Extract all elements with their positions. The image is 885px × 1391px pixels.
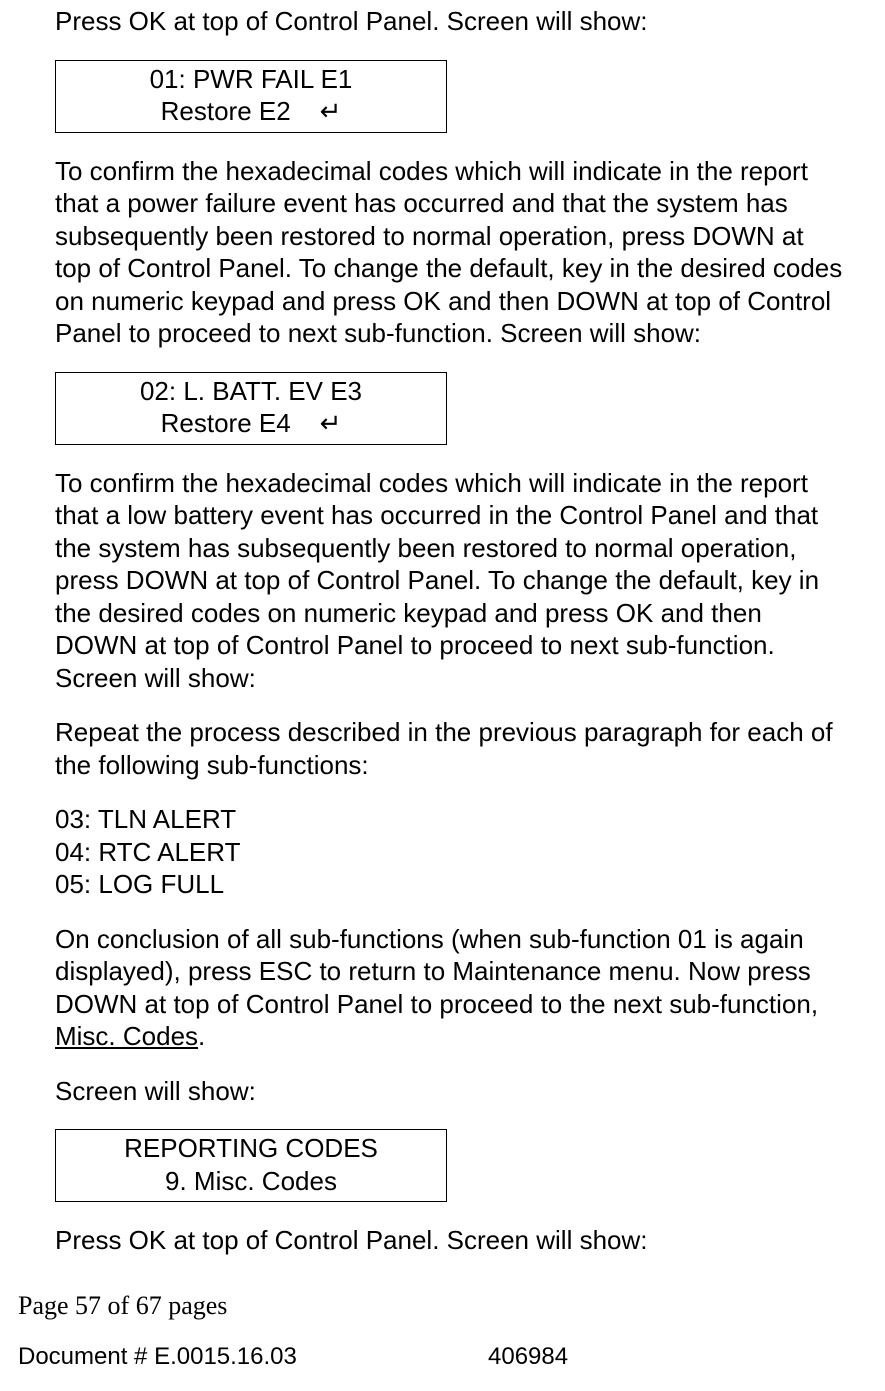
paragraph-5: Screen will show: — [55, 1075, 845, 1108]
document-number: 406984 — [488, 1343, 568, 1371]
page-footer: Page 57 of 67 pages Document # E.0015.16… — [18, 1291, 845, 1371]
intro-paragraph: Press OK at top of Control Panel. Screen… — [55, 5, 845, 38]
paragraph-2: To confirm the hexadecimal codes which w… — [55, 467, 845, 695]
lcd-line: Restore E2 ↵ — [56, 95, 446, 128]
lcd-screen-3: REPORTING CODES 9. Misc. Codes — [55, 1129, 447, 1202]
document-id: Document # E.0015.16.03 — [18, 1343, 488, 1371]
text-span: On conclusion of all sub-functions (when… — [55, 924, 818, 1019]
lcd-line: 01: PWR FAIL E1 — [56, 63, 446, 96]
text-span: . — [198, 1021, 205, 1051]
lcd-screen-1: 01: PWR FAIL E1 Restore E2 ↵ — [55, 60, 447, 133]
lcd-screen-2: 02: L. BATT. EV E3 Restore E4 ↵ — [55, 372, 447, 445]
misc-codes-link: Misc. Codes — [55, 1021, 198, 1051]
paragraph-6: Press OK at top of Control Panel. Screen… — [55, 1224, 845, 1257]
paragraph-4: On conclusion of all sub-functions (when… — [55, 923, 845, 1053]
paragraph-3: Repeat the process described in the prev… — [55, 716, 845, 781]
subfunction-item: 04: RTC ALERT — [55, 836, 845, 869]
lcd-line: 02: L. BATT. EV E3 — [56, 375, 446, 408]
document-page: Press OK at top of Control Panel. Screen… — [0, 5, 885, 1391]
paragraph-1: To confirm the hexadecimal codes which w… — [55, 155, 845, 350]
page-number: Page 57 of 67 pages — [18, 1291, 845, 1321]
subfunction-list: 03: TLN ALERT 04: RTC ALERT 05: LOG FULL — [55, 803, 845, 901]
lcd-line: Restore E4 ↵ — [56, 407, 446, 440]
lcd-line: 9. Misc. Codes — [56, 1165, 446, 1198]
lcd-line: REPORTING CODES — [56, 1132, 446, 1165]
subfunction-item: 03: TLN ALERT — [55, 803, 845, 836]
subfunction-item: 05: LOG FULL — [55, 868, 845, 901]
